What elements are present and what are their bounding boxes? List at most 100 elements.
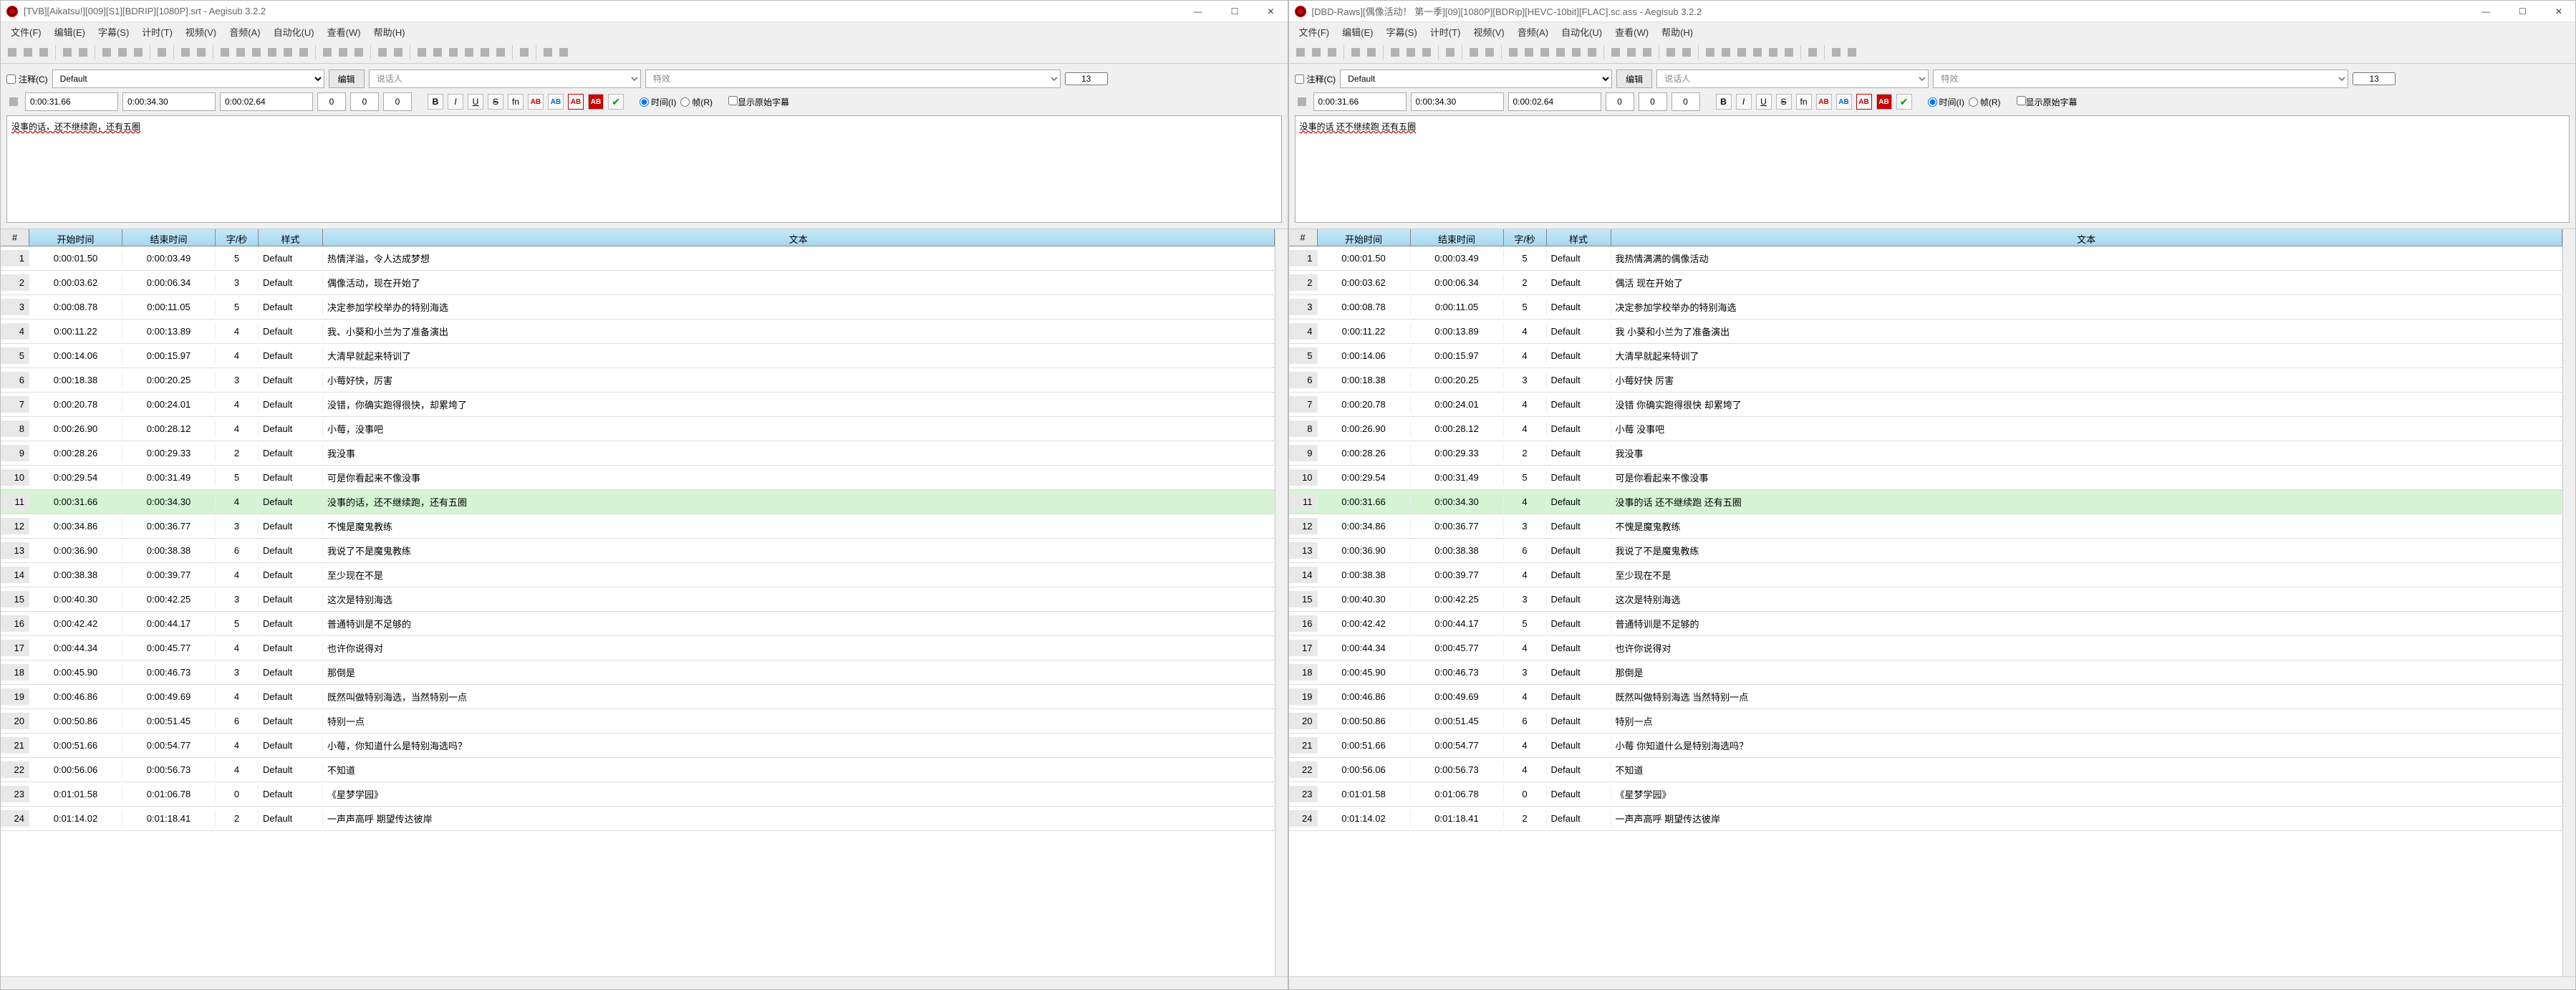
close-button[interactable]: ✕ bbox=[1260, 4, 1281, 19]
close-button[interactable]: ✕ bbox=[2548, 4, 2570, 19]
font-button[interactable]: fn bbox=[1796, 94, 1812, 110]
toolbar-snap-scene-icon[interactable] bbox=[265, 45, 279, 59]
grid-row[interactable]: 7 0:00:20.78 0:00:24.01 4 Default 没错，你确实… bbox=[1, 393, 1275, 417]
grid-row[interactable]: 11 0:00:31.66 0:00:34.30 4 Default 没事的话 … bbox=[1289, 490, 2563, 514]
toolbar-automation-icon[interactable] bbox=[1664, 45, 1678, 59]
toolbar-snap-start-icon[interactable] bbox=[218, 45, 232, 59]
horizontal-scrollbar[interactable] bbox=[1, 976, 1288, 989]
toolbar-styling-assistant-icon[interactable] bbox=[430, 45, 445, 59]
bold-button[interactable]: B bbox=[1716, 94, 1732, 110]
toolbar-fonts-icon[interactable] bbox=[1640, 45, 1654, 59]
menu-item[interactable]: 字幕(S) bbox=[1380, 22, 1422, 42]
toolbar-shift-end-icon[interactable] bbox=[1585, 45, 1599, 59]
toolbar-translation-assistant-icon[interactable] bbox=[446, 45, 460, 59]
minimize-button[interactable]: — bbox=[1187, 4, 1210, 19]
underline-button[interactable]: U bbox=[468, 94, 483, 110]
toolbar-shift-start-icon[interactable] bbox=[281, 45, 295, 59]
toolbar-styles-icon[interactable] bbox=[1608, 45, 1623, 59]
grid-row[interactable]: 23 0:01:01.58 0:01:06.78 0 Default 《星梦学园… bbox=[1, 782, 1275, 807]
horizontal-scrollbar[interactable] bbox=[1289, 976, 2576, 989]
grid-row[interactable]: 19 0:00:46.86 0:00:49.69 4 Default 既然叫做特… bbox=[1, 685, 1275, 709]
toolbar-resample-icon[interactable] bbox=[462, 45, 476, 59]
show-original-checkbox[interactable]: 显示原始字幕 bbox=[2017, 96, 2078, 108]
toolbar-snap-end-icon[interactable] bbox=[1522, 45, 1536, 59]
menu-item[interactable]: 字幕(S) bbox=[92, 22, 135, 42]
toolbar-open-icon[interactable] bbox=[21, 45, 35, 59]
menu-item[interactable]: 文件(F) bbox=[1293, 22, 1336, 42]
grid-row[interactable]: 15 0:00:40.30 0:00:42.25 3 Default 这次是特别… bbox=[1, 587, 1275, 612]
end-time-input[interactable] bbox=[122, 92, 216, 111]
menu-item[interactable]: 视频(V) bbox=[180, 22, 222, 42]
style-select[interactable]: Default bbox=[1340, 69, 1612, 88]
toolbar-new-icon[interactable] bbox=[5, 45, 19, 59]
comment-checkbox-label[interactable]: 注释(C) bbox=[1295, 73, 1336, 85]
minimize-button[interactable]: — bbox=[2474, 4, 2497, 19]
grid-row[interactable]: 17 0:00:44.34 0:00:45.77 4 Default 也许你说得… bbox=[1, 636, 1275, 660]
toolbar-ass-override-icon[interactable] bbox=[391, 45, 405, 59]
frame-mode-radio[interactable]: 帧(R) bbox=[680, 96, 713, 108]
strike-button[interactable]: S bbox=[1776, 94, 1792, 110]
grid-row[interactable]: 2 0:00:03.62 0:00:06.34 2 Default 偶活 现在开… bbox=[1289, 271, 2563, 295]
show-original-checkbox[interactable]: 显示原始字幕 bbox=[728, 96, 789, 108]
toolbar-automation-icon[interactable] bbox=[375, 45, 390, 59]
grid-row[interactable]: 14 0:00:38.38 0:00:39.77 4 Default 至少现在不… bbox=[1289, 563, 2563, 587]
grid-row[interactable]: 22 0:00:56.06 0:00:56.73 4 Default 不知道 bbox=[1, 758, 1275, 782]
toolbar-video-close-icon[interactable] bbox=[1364, 45, 1379, 59]
toolbar-shift-times-icon[interactable] bbox=[1703, 45, 1717, 59]
vertical-scrollbar[interactable] bbox=[1275, 229, 1288, 976]
toolbar-attach-icon[interactable] bbox=[1624, 45, 1639, 59]
col-end[interactable]: 结束时间 bbox=[122, 229, 216, 246]
underline-button[interactable]: U bbox=[1756, 94, 1772, 110]
grid-row[interactable]: 21 0:00:51.66 0:00:54.77 4 Default 小莓 你知… bbox=[1289, 734, 2563, 758]
grid-row[interactable]: 12 0:00:34.86 0:00:36.77 3 Default 不愧是魔鬼… bbox=[1, 514, 1275, 539]
subtitle-text-input[interactable]: 没事的话，还不继续跑，还有五圈 bbox=[6, 115, 1282, 223]
grid-row[interactable]: 20 0:00:50.86 0:00:51.45 6 Default 特别一点 bbox=[1, 709, 1275, 734]
menu-item[interactable]: 音频(A) bbox=[1512, 22, 1554, 42]
effect-select[interactable]: 特效 bbox=[1933, 69, 2348, 88]
actor-select[interactable]: 说话人 bbox=[1656, 69, 1929, 88]
duration-input[interactable] bbox=[220, 92, 313, 111]
layer-spinner-icon[interactable] bbox=[1295, 95, 1309, 109]
toolbar-new-icon[interactable] bbox=[1293, 45, 1308, 59]
window-titlebar[interactable]: [TVB][Aikatsu!][009][S1][BDRIP][1080P].s… bbox=[1, 1, 1288, 22]
menu-item[interactable]: 文件(F) bbox=[5, 22, 47, 42]
toolbar-resample-icon[interactable] bbox=[1750, 45, 1765, 59]
comment-checkbox-label[interactable]: 注释(C) bbox=[6, 73, 48, 85]
toolbar-timing-postproc-icon[interactable] bbox=[478, 45, 492, 59]
menu-item[interactable]: 自动化(U) bbox=[268, 22, 320, 42]
start-time-input[interactable] bbox=[25, 92, 118, 111]
toolbar-zoom-out-icon[interactable] bbox=[1482, 45, 1497, 59]
margin-left-input[interactable] bbox=[1606, 92, 1634, 111]
menu-item[interactable]: 计时(T) bbox=[136, 22, 178, 42]
grid-row[interactable]: 6 0:00:18.38 0:00:20.25 3 Default 小莓好快 厉… bbox=[1289, 368, 2563, 393]
commit-button[interactable]: ✔ bbox=[1896, 94, 1912, 110]
grid-row[interactable]: 18 0:00:45.90 0:00:46.73 3 Default 那倒是 bbox=[1, 660, 1275, 685]
toolbar-open-icon[interactable] bbox=[1309, 45, 1323, 59]
col-cps[interactable]: 字/秒 bbox=[1504, 229, 1547, 246]
toolbar-attach-icon[interactable] bbox=[336, 45, 350, 59]
frame-mode-radio[interactable]: 帧(R) bbox=[1969, 96, 2001, 108]
toolbar-snap-end-icon[interactable] bbox=[233, 45, 248, 59]
toolbar-shift-end-icon[interactable] bbox=[296, 45, 311, 59]
grid-row[interactable]: 20 0:00:50.86 0:00:51.45 6 Default 特别一点 bbox=[1289, 709, 2563, 734]
toolbar-kanji-timer-icon[interactable] bbox=[1782, 45, 1796, 59]
menu-item[interactable]: 帮助(H) bbox=[1656, 22, 1699, 42]
outline-color-button[interactable]: AB bbox=[568, 94, 584, 110]
toolbar-snap-scene-icon[interactable] bbox=[1553, 45, 1568, 59]
time-mode-radio[interactable]: 时间(I) bbox=[640, 96, 676, 108]
grid-row[interactable]: 10 0:00:29.54 0:00:31.49 5 Default 可是你看起… bbox=[1289, 466, 2563, 490]
vertical-scrollbar[interactable] bbox=[2562, 229, 2575, 976]
toolbar-video-close-icon[interactable] bbox=[76, 45, 90, 59]
secondary-color-button[interactable]: AB bbox=[548, 94, 564, 110]
grid-row[interactable]: 5 0:00:14.06 0:00:15.97 4 Default 大清早就起来… bbox=[1289, 344, 2563, 368]
primary-color-button[interactable]: AB bbox=[1816, 94, 1832, 110]
grid-row[interactable]: 8 0:00:26.90 0:00:28.12 4 Default 小莓，没事吧 bbox=[1, 417, 1275, 441]
subtitle-grid[interactable]: # 开始时间 结束时间 字/秒 样式 文本 1 0:00:01.50 0:00:… bbox=[1289, 229, 2563, 976]
end-time-input[interactable] bbox=[1411, 92, 1504, 111]
col-text[interactable]: 文本 bbox=[1611, 229, 2563, 246]
col-text[interactable]: 文本 bbox=[323, 229, 1275, 246]
grid-row[interactable]: 13 0:00:36.90 0:00:38.38 6 Default 我说了不是… bbox=[1, 539, 1275, 563]
toolbar-cycle-tag-icon[interactable] bbox=[556, 45, 571, 59]
grid-row[interactable]: 17 0:00:44.34 0:00:45.77 4 Default 也许你说得… bbox=[1289, 636, 2563, 660]
grid-row[interactable]: 11 0:00:31.66 0:00:34.30 4 Default 没事的话，… bbox=[1, 490, 1275, 514]
